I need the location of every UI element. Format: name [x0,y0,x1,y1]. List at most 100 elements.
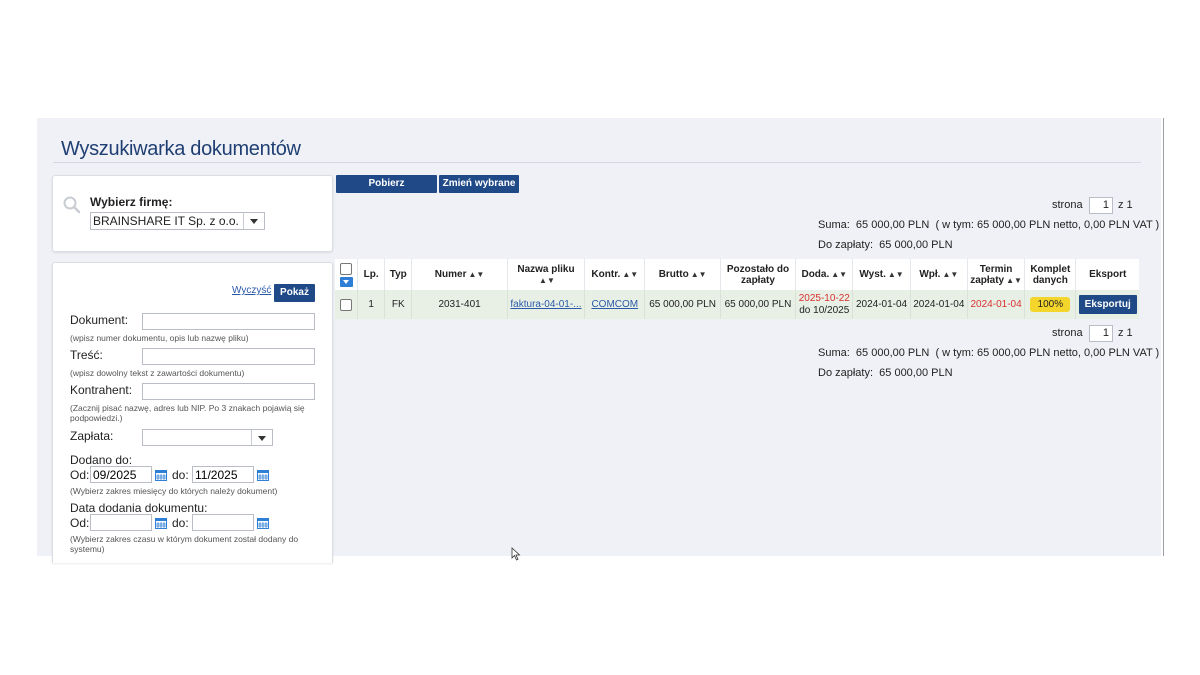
added-date-to-input[interactable] [192,514,254,531]
payment-label: Zapłata: [70,429,114,443]
chevron-down-icon[interactable] [243,213,264,229]
page-total-bottom: z 1 [1118,327,1133,339]
table-header-row: Lp. Typ Numer ▲▼ Nazwa pliku ▲▼ Kontr. ▲▼ B… [335,259,1139,290]
payment-select[interactable] [142,429,273,446]
added-date-from-input[interactable] [90,514,152,531]
title-divider [53,162,1141,163]
firm-select-value: BRAINSHARE IT Sp. z o.o. [93,214,239,228]
cell-doda: 2025-10-22 do 10/2025 [795,290,854,319]
sort-icon[interactable]: ▲▼ [1006,276,1022,285]
window-edge-divider [1163,118,1164,556]
col-termin[interactable]: Termin zapłaty ▲▼ [967,259,1026,290]
sum-detail: ( w tym: 65 000,00 PLN netto, 0,00 PLN V… [935,219,1160,231]
col-brutto[interactable]: Brutto ▲▼ [644,259,721,290]
contractor-link[interactable]: COMCOM [591,299,638,310]
select-all-checkbox[interactable] [340,262,353,275]
change-selected-button[interactable]: Zmień wybrane [439,175,519,193]
sum-value: 65 000,00 PLN [855,347,930,359]
sort-icon[interactable]: ▲▼ [691,270,707,279]
due-label: Do zapłaty: [818,367,874,379]
cell-eksport: Eksportuj [1075,290,1139,319]
contractor-input[interactable] [142,383,315,400]
search-icon [63,196,81,214]
col-wpl[interactable]: Wpł. ▲▼ [910,259,968,290]
col-doda-label: Doda. [801,269,830,280]
sort-icon[interactable]: ▲▼ [622,270,638,279]
cell-komplet: 100% [1024,290,1077,319]
col-wyst[interactable]: Wyst. ▲▼ [852,259,911,290]
cell-numer: 2031-401 [411,290,508,319]
col-wpl-label: Wpł. [919,269,941,280]
added-to-from-label: Od: [70,468,90,482]
table-row[interactable]: 1 FK 2031-401 faktura-04-01-... COMCOM 6… [335,290,1139,319]
due-summary-bottom: Do zapłaty: 65 000,00 PLN [818,367,953,379]
calendar-icon[interactable] [257,469,269,481]
added-to-from-input[interactable] [90,466,152,483]
clear-link[interactable]: Wyczyść [232,285,271,296]
added-to-to-label: do: [172,468,189,482]
selection-dropdown-icon[interactable] [339,276,353,287]
page-total: z 1 [1118,199,1133,211]
row-checkbox[interactable] [340,298,353,311]
sort-icon[interactable]: ▲▼ [468,270,484,279]
page-label: strona [1052,199,1083,211]
col-kontr-label: Kontr. [591,269,621,280]
col-komplet-label-2: danych [1032,274,1068,286]
sort-icon[interactable]: ▲▼ [888,270,904,279]
col-numer[interactable]: Numer ▲▼ [411,259,508,290]
cell-termin: 2024-01-04 [967,290,1026,319]
firm-panel: Wybierz firmę: BRAINSHARE IT Sp. z o.o. [52,175,333,252]
content-input[interactable] [142,348,315,365]
app-container: Wyszukiwarka dokumentów Wybierz firmę: B… [37,118,1161,563]
show-button[interactable]: Pokaż [274,284,315,302]
added-to-label: Dodano do: [70,453,133,467]
contractor-hint-1: (Zacznij pisać nazwę, adres lub NIP. Po … [70,403,305,413]
page-input-bottom[interactable]: 1 [1089,325,1113,342]
calendar-icon[interactable] [257,517,269,529]
col-brutto-label: Brutto [658,269,689,280]
cell-doda-period: do 10/2025 [799,304,850,316]
added-to-to-input[interactable] [192,466,254,483]
col-doda[interactable]: Doda. ▲▼ [795,259,854,290]
col-plik[interactable]: Nazwa pliku ▲▼ [507,259,586,290]
added-date-label: Data dodania dokumentu: [70,501,208,515]
due-value: 65 000,00 PLN [879,239,953,251]
firm-select[interactable]: BRAINSHARE IT Sp. z o.o. [90,212,265,230]
col-wyst-label: Wyst. [859,269,886,280]
cell-plik: faktura-04-01-... [507,290,586,319]
file-link[interactable]: faktura-04-01-... [510,299,581,310]
col-termin-label-2: zapłaty [970,274,1005,286]
filters-panel: Wyczyść Pokaż Dokument: (wpisz numer dok… [52,262,333,563]
export-button[interactable]: Eksportuj [1078,295,1137,314]
col-plik-label: Nazwa pliku [517,263,575,275]
row-checkbox-cell[interactable] [335,290,359,319]
document-input[interactable] [142,313,315,330]
document-label: Dokument: [70,313,129,327]
documents-table: Lp. Typ Numer ▲▼ Nazwa pliku ▲▼ Kontr. ▲▼ B… [335,259,1139,319]
sort-icon[interactable]: ▲▼ [831,270,847,279]
sum-label: Suma: [818,219,850,231]
content-label: Treść: [70,348,103,362]
document-hint: (wpisz numer dokumentu, opis lub nazwę p… [70,333,249,343]
sum-summary-bottom: Suma: 65 000,00 PLN ( w tym: 65 000,00 P… [818,347,1159,359]
calendar-icon[interactable] [155,469,167,481]
col-eksport: Eksport [1075,259,1139,290]
cell-brutto: 65 000,00 PLN [644,290,721,319]
col-pozostalo-label-1: Pozostało do [726,263,790,275]
due-label: Do zapłaty: [818,239,874,251]
cell-pozostalo: 65 000,00 PLN [720,290,797,319]
col-numer-label: Numer [434,269,467,280]
col-typ: Typ [384,259,413,290]
sort-icon[interactable]: ▲▼ [942,270,958,279]
contractor-label: Kontrahent: [70,383,133,397]
fetch-button[interactable]: Pobierz [336,175,437,193]
sort-icon[interactable]: ▲▼ [539,276,555,285]
col-komplet-label-1: Komplet [1030,263,1071,275]
col-kontr[interactable]: Kontr. ▲▼ [584,259,646,290]
added-date-hint-1: (Wybierz zakres czasu w którym dokument … [70,534,299,544]
calendar-icon[interactable] [155,517,167,529]
cell-kontr: COMCOM [584,290,646,319]
page-input[interactable]: 1 [1089,197,1113,214]
select-all-header[interactable] [335,259,359,290]
chevron-down-icon[interactable] [251,430,272,445]
